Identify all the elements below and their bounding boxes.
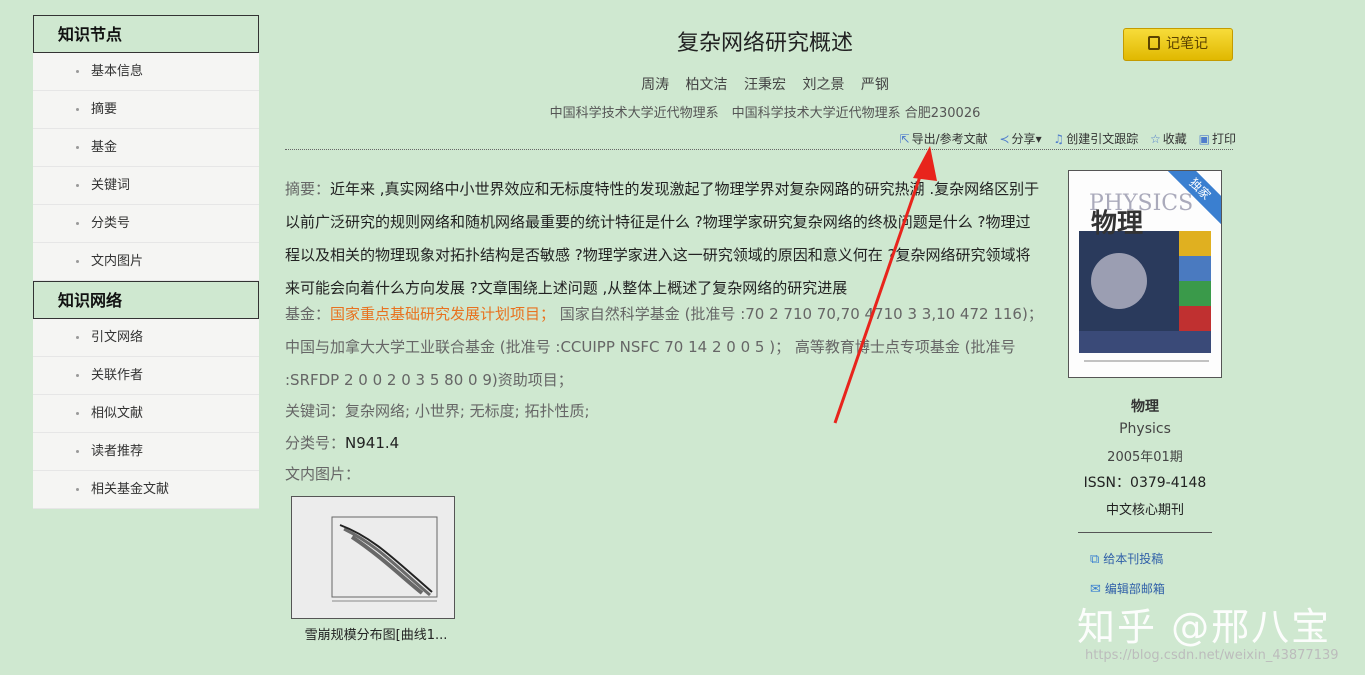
sidebar-item-similar-docs[interactable]: 相似文献 bbox=[33, 395, 259, 433]
divider bbox=[1078, 532, 1212, 533]
article-toolbar: ⇱ 导出/参考文献 ≺ 分享▾ ♫ 创建引文跟踪 ☆ 收藏 ▣ 打印 bbox=[880, 130, 1236, 150]
author-link[interactable]: 严钢 bbox=[861, 77, 889, 93]
sidebar-item-fund[interactable]: 基金 bbox=[33, 129, 259, 167]
citation-track-button[interactable]: ♫ 创建引文跟踪 bbox=[1053, 130, 1138, 147]
sidebar-item-basic-info[interactable]: 基本信息 bbox=[33, 53, 259, 91]
abstract-label: 摘要： bbox=[285, 180, 331, 198]
author-link[interactable]: 汪秉宏 bbox=[744, 77, 786, 93]
email-label: 编辑部邮箱 bbox=[1104, 582, 1165, 596]
classification-block: 分类号：N941.4 bbox=[285, 427, 1045, 460]
fund-link[interactable]: 国家重点基础研究发展计划项目； bbox=[330, 305, 555, 323]
export-icon: ⇱ bbox=[899, 132, 910, 146]
affiliation[interactable]: 中国科学技术大学近代物理系 中国科学技术大学近代物理系 合肥230026 bbox=[485, 102, 1045, 121]
submit-icon: ⧉ bbox=[1090, 552, 1100, 567]
fund-label: 基金： bbox=[285, 305, 331, 323]
article-title: 复杂网络研究概述 bbox=[676, 31, 853, 56]
core-journal-tag: 中文核心期刊 bbox=[1105, 503, 1184, 518]
printer-icon: ▣ bbox=[1198, 132, 1210, 146]
knowledge-nodes-list: 基本信息 摘要 基金 关键词 分类号 文内图片 bbox=[33, 53, 259, 281]
share-icon: ≺ bbox=[999, 132, 1010, 146]
editorial-email-link[interactable]: ✉ 编辑部邮箱 bbox=[1090, 580, 1165, 597]
keywords-block: 关键词：复杂网络; 小世界; 无标度; 拓扑性质; bbox=[285, 395, 1045, 428]
author-link[interactable]: 周涛 bbox=[641, 77, 669, 93]
cover-title-cn: 物理 bbox=[1091, 209, 1144, 239]
sidebar-item-classification[interactable]: 分类号 bbox=[33, 205, 259, 243]
abstract-text: 近年来 ,真实网络中小世界效应和无标度特性的发现激起了物理学界对复杂网路的研究热… bbox=[285, 180, 1040, 297]
sidebar-item-figures[interactable]: 文内图片 bbox=[33, 243, 259, 281]
url-watermark: https://blog.csdn.net/weixin_43877139 bbox=[1085, 648, 1339, 663]
print-label: 打印 bbox=[1211, 132, 1236, 146]
figure-plot-image bbox=[292, 497, 454, 618]
share-label: 分享 bbox=[1011, 132, 1036, 146]
sidebar-item-related-authors[interactable]: 关联作者 bbox=[33, 357, 259, 395]
favorite-button[interactable]: ☆ 收藏 bbox=[1150, 130, 1187, 147]
classification-value: N941.4 bbox=[345, 434, 400, 452]
figure-thumbnail[interactable] bbox=[291, 496, 455, 619]
citation-track-label: 创建引文跟踪 bbox=[1066, 132, 1139, 146]
sidebar-item-citation-network[interactable]: 引文网络 bbox=[33, 319, 259, 357]
fund-block: 基金：国家重点基础研究发展计划项目； 国家自然科学基金 (批准号 :70 2 7… bbox=[285, 298, 1045, 397]
favorite-label: 收藏 bbox=[1162, 132, 1187, 146]
author-list: 周涛 柏文洁 汪秉宏 刘之景 严钢 bbox=[560, 74, 970, 94]
knowledge-network-list: 引文网络 关联作者 相似文献 读者推荐 相关基金文献 bbox=[33, 319, 259, 509]
take-note-button[interactable]: 记笔记 bbox=[1123, 28, 1233, 61]
notebook-icon bbox=[1148, 36, 1160, 50]
sidebar-item-related-fund-docs[interactable]: 相关基金文献 bbox=[33, 471, 259, 509]
journal-name-cn[interactable]: 物理 bbox=[1068, 396, 1222, 416]
sidebar: 知识节点 基本信息 摘要 基金 关键词 分类号 文内图片 知识网络 引文网络 关… bbox=[33, 15, 259, 509]
sidebar-item-abstract[interactable]: 摘要 bbox=[33, 91, 259, 129]
share-button[interactable]: ≺ 分享▾ bbox=[999, 130, 1041, 147]
zhihu-watermark: 知乎 @邢八宝 bbox=[1077, 605, 1332, 649]
journal-issue[interactable]: 2005年01期 bbox=[1068, 446, 1222, 465]
figures-label: 文内图片： bbox=[285, 465, 361, 483]
sidebar-item-reader-recommend[interactable]: 读者推荐 bbox=[33, 433, 259, 471]
figure-caption[interactable]: 雪崩规模分布图[曲线1... bbox=[291, 624, 461, 643]
mail-icon: ✉ bbox=[1090, 582, 1101, 597]
bell-icon: ♫ bbox=[1053, 132, 1065, 146]
print-button[interactable]: ▣ 打印 bbox=[1199, 130, 1236, 147]
keywords-text[interactable]: 复杂网络; 小世界; 无标度; 拓扑性质; bbox=[345, 402, 590, 420]
journal-cover[interactable]: PHYSICS 物理 独家 bbox=[1068, 170, 1222, 378]
take-note-label: 记笔记 bbox=[1166, 36, 1208, 52]
sidebar-item-keywords[interactable]: 关键词 bbox=[33, 167, 259, 205]
submit-label: 给本刊投稿 bbox=[1103, 552, 1164, 566]
abstract-block: 摘要：近年来 ,真实网络中小世界效应和无标度特性的发现激起了物理学界对复杂网路的… bbox=[285, 173, 1045, 305]
section-knowledge-nodes: 知识节点 bbox=[33, 15, 259, 53]
author-link[interactable]: 柏文洁 bbox=[686, 77, 728, 93]
author-link[interactable]: 刘之景 bbox=[802, 77, 844, 93]
export-button[interactable]: ⇱ 导出/参考文献 bbox=[900, 130, 988, 147]
star-icon: ☆ bbox=[1150, 132, 1161, 146]
submit-manuscript-link[interactable]: ⧉ 给本刊投稿 bbox=[1090, 550, 1163, 567]
chevron-down-icon: ▾ bbox=[1035, 132, 1042, 146]
section-knowledge-network: 知识网络 bbox=[33, 281, 259, 319]
keywords-label: 关键词： bbox=[285, 402, 346, 420]
classification-label: 分类号： bbox=[285, 434, 346, 452]
journal-name-en: Physics bbox=[1119, 421, 1171, 437]
divider bbox=[285, 149, 1233, 150]
journal-issn: ISSN：0379-4148 bbox=[1083, 475, 1207, 491]
export-label: 导出/参考文献 bbox=[911, 132, 988, 146]
